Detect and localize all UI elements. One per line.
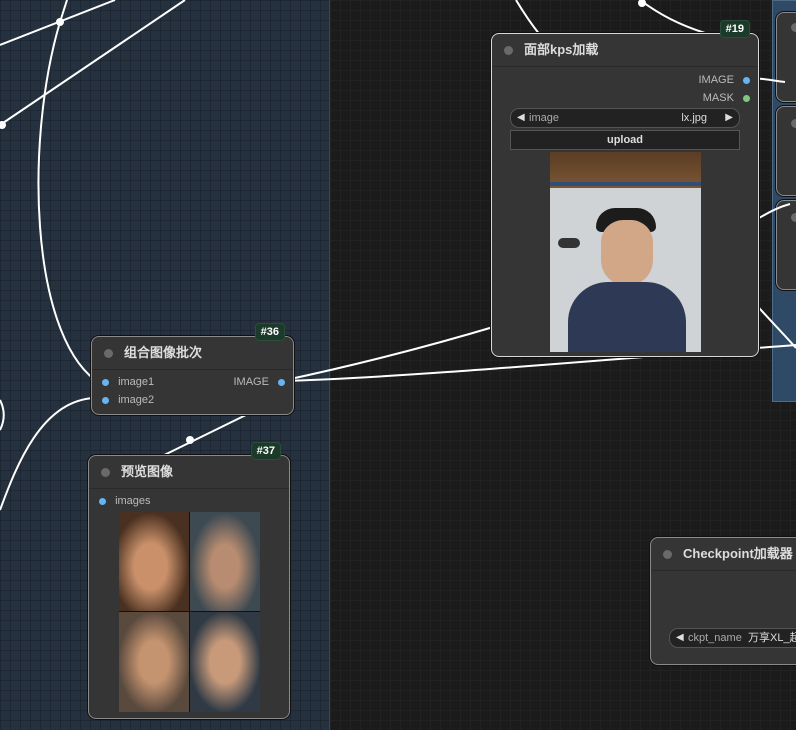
preview-face-4 bbox=[190, 612, 260, 712]
preview-face-2 bbox=[190, 512, 260, 611]
input-label: image1 bbox=[118, 376, 155, 388]
offscreen-node-3[interactable] bbox=[776, 200, 796, 290]
person-shirt bbox=[568, 282, 686, 352]
image-batch-node[interactable]: #36 组合图像批次 image1 image2 IMAGE bbox=[91, 323, 294, 415]
ceiling-beam bbox=[550, 182, 701, 186]
node-title-text: 组合图像批次 bbox=[124, 345, 203, 360]
output-label: IMAGE bbox=[698, 74, 734, 86]
widget-value: lx.jpg bbox=[681, 112, 707, 124]
input-slot-image2[interactable]: image2 bbox=[102, 392, 154, 408]
collapse-dot[interactable] bbox=[101, 468, 110, 477]
preview-face-1 bbox=[119, 512, 189, 611]
node-status-dot bbox=[791, 23, 796, 32]
input-label: image2 bbox=[118, 394, 155, 406]
loaded-image-preview bbox=[550, 152, 701, 352]
output-label: MASK bbox=[702, 92, 734, 104]
ckpt-name-combo-widget[interactable]: ◀ ckpt_name 万享XL_超 bbox=[669, 628, 796, 648]
person-face bbox=[601, 220, 653, 286]
arrow-right-icon[interactable]: ▶ bbox=[725, 109, 733, 127]
input-label: images bbox=[115, 495, 151, 507]
input-slot-image1[interactable]: image1 bbox=[102, 374, 154, 390]
arrow-left-icon[interactable]: ◀ bbox=[676, 629, 684, 647]
node-title-text: 预览图像 bbox=[121, 464, 174, 479]
wall-sticker bbox=[558, 238, 580, 248]
image-combo-widget[interactable]: ◀ image lx.jpg ▶ bbox=[510, 108, 740, 128]
output-connector[interactable] bbox=[278, 378, 285, 386]
output-slot-mask[interactable]: MASK bbox=[703, 90, 750, 106]
collapse-dot[interactable] bbox=[663, 550, 672, 559]
output-label: IMAGE bbox=[233, 376, 269, 388]
widget-value: 万享XL_超 bbox=[748, 632, 796, 644]
input-connector[interactable] bbox=[102, 378, 109, 386]
widget-label: ckpt_name bbox=[688, 632, 742, 644]
checkpoint-loader-node[interactable]: Checkpoint加载器 ◀ ckpt_name 万享XL_超 bbox=[650, 537, 796, 665]
face-kps-load-node[interactable]: #19 面部kps加载 IMAGE MASK ◀ image lx.jpg ▶ … bbox=[491, 20, 759, 357]
node-status-dot bbox=[791, 119, 796, 128]
collapse-dot[interactable] bbox=[504, 46, 513, 55]
offscreen-node-2[interactable] bbox=[776, 106, 796, 196]
output-connector[interactable] bbox=[743, 94, 750, 102]
preview-face-3 bbox=[119, 612, 189, 712]
preview-image-grid bbox=[119, 512, 260, 712]
offscreen-node-1[interactable] bbox=[776, 12, 796, 102]
input-slot-images[interactable]: images bbox=[99, 493, 151, 509]
node-title[interactable]: 面部kps加载 bbox=[492, 34, 758, 67]
collapse-dot[interactable] bbox=[104, 349, 113, 358]
preview-image-node[interactable]: #37 预览图像 images bbox=[88, 442, 290, 719]
node-title[interactable]: 组合图像批次 bbox=[92, 337, 293, 370]
input-connector[interactable] bbox=[102, 396, 109, 404]
arrow-left-icon[interactable]: ◀ bbox=[517, 109, 525, 127]
node-title-text: 面部kps加载 bbox=[524, 42, 599, 57]
node-title[interactable]: 预览图像 bbox=[89, 456, 289, 489]
node-title[interactable]: Checkpoint加载器 bbox=[651, 538, 796, 571]
widget-label: image bbox=[529, 112, 559, 124]
node-title-text: Checkpoint加载器 bbox=[683, 546, 793, 561]
upload-button[interactable]: upload bbox=[510, 130, 740, 150]
output-slot-image[interactable]: IMAGE bbox=[698, 72, 750, 88]
output-connector[interactable] bbox=[743, 76, 750, 84]
node-status-dot bbox=[791, 213, 796, 222]
input-connector[interactable] bbox=[99, 497, 106, 505]
output-slot-image[interactable]: IMAGE bbox=[233, 374, 285, 390]
